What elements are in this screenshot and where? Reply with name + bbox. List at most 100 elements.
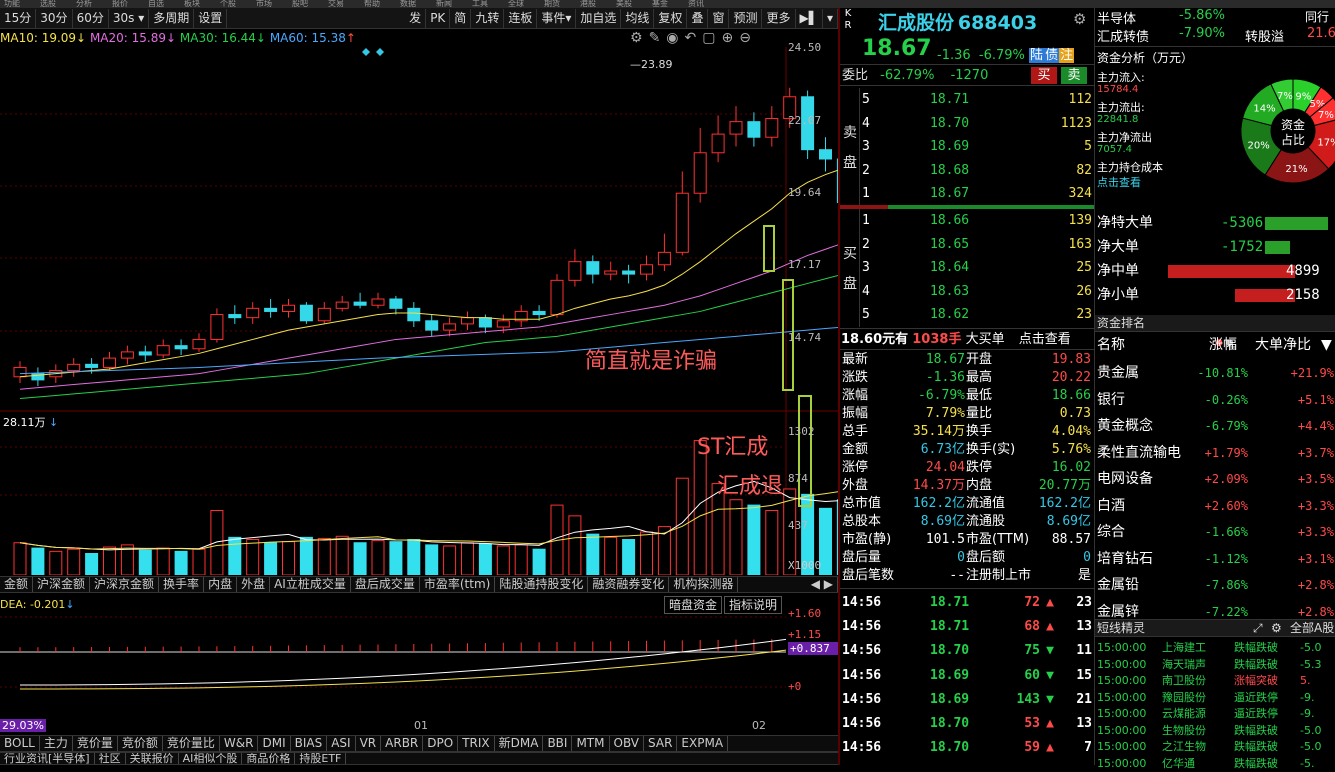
play-icon[interactable]: ▶▌ [796, 8, 823, 28]
action-fa[interactable]: 发 [405, 8, 427, 28]
top-menu-item[interactable]: 交易 [328, 0, 344, 8]
period-15m[interactable]: 15分 [0, 8, 37, 28]
news-row[interactable]: 15:00:00 上海建工 跌幅跌破 -5.0 [1095, 640, 1335, 656]
status-tab[interactable]: 社区 [95, 753, 126, 764]
rank-col-ratio[interactable]: 大单净比 [1255, 333, 1311, 357]
action-more[interactable]: 更多 [762, 8, 796, 28]
bottom-indicator-tab[interactable]: MTM [572, 736, 610, 751]
indicator-tab[interactable]: 外盘 [237, 577, 271, 592]
top-menu-item[interactable]: 工具 [472, 0, 488, 8]
bottom-indicator-tab[interactable]: 竞价额 [118, 736, 163, 751]
bottom-indicator-tab[interactable]: 新DMA [495, 736, 544, 751]
bottom-indicator-tab[interactable]: 竞价量 [73, 736, 118, 751]
rank-row[interactable]: 培育钻石 -1.12% +3.1% [1095, 546, 1335, 572]
bottom-indicator-tab[interactable]: 竞价量比 [163, 736, 220, 751]
indicator-tab[interactable]: 陆股通持股变化 [495, 577, 589, 592]
sell-button[interactable]: 卖 [1061, 67, 1087, 84]
news-row[interactable]: 15:00:00 云煤能源 逼近跌停 -9. [1095, 706, 1335, 722]
eye-icon[interactable]: ◉ [666, 30, 684, 46]
top-menu-item[interactable]: 期货 [544, 0, 560, 8]
rank-row[interactable]: 综合 -1.66% +3.3% [1095, 519, 1335, 545]
indicator-tab[interactable]: 机构探测器 [669, 577, 739, 592]
indicator-tab[interactable]: 市盈率(ttm) [420, 577, 496, 592]
action-lianban[interactable]: 连板 [504, 8, 538, 28]
big-buy-link[interactable]: 点击查看 [1019, 332, 1071, 347]
action-add-watchlist[interactable]: 加自选 [576, 8, 622, 28]
top-menu-item[interactable]: 资讯 [688, 0, 704, 8]
top-menu-item[interactable]: 分析 [76, 0, 92, 8]
buy-button[interactable]: 买 [1031, 67, 1057, 84]
bottom-indicator-tab[interactable]: TRIX [458, 736, 495, 751]
rank-row[interactable]: 银行 -0.26% +5.1% [1095, 387, 1335, 413]
indicator-tab[interactable]: 沪深金额 [33, 577, 91, 592]
lock-icon[interactable]: ▢ [702, 30, 721, 46]
rank-col-pct[interactable]: 涨幅 [1209, 333, 1237, 357]
bottom-indicator-tab[interactable]: BBI [543, 736, 573, 751]
bottom-indicator-tab[interactable]: ARBR [381, 736, 424, 751]
bottom-indicator-tab[interactable]: 主力 [40, 736, 73, 751]
top-menu-item[interactable]: 自选 [148, 0, 164, 8]
add-icon[interactable]: ⊕ [721, 30, 739, 46]
rank-row[interactable]: 黄金概念 -6.79% +4.4% [1095, 413, 1335, 439]
macd-chart[interactable] [0, 597, 786, 715]
top-menu-item[interactable]: 全球 [508, 0, 524, 8]
status-tab[interactable]: AI相似个股 [179, 753, 243, 764]
rank-row[interactable]: 电网设备 +2.09% +3.5% [1095, 466, 1335, 492]
action-events[interactable]: 事件▾ [537, 8, 577, 28]
status-tab[interactable]: 商品价格 [242, 753, 296, 764]
chevron-down-icon[interactable]: ▾ [823, 8, 838, 28]
news-filter[interactable]: 全部A股 [1290, 620, 1334, 637]
bottom-indicator-tab[interactable]: SAR [644, 736, 678, 751]
news-row[interactable]: 15:00:00 豫园股份 逼近跌停 -9. [1095, 690, 1335, 706]
action-overlay[interactable]: 叠 [687, 8, 709, 28]
indicator-tab[interactable]: 沪深京金额 [90, 577, 160, 592]
action-window[interactable]: 窗 [708, 8, 730, 28]
indicator-tab[interactable]: 融资融券变化 [588, 577, 670, 592]
rank-row[interactable]: 贵金属 -10.81% +21.9% [1095, 360, 1335, 386]
top-menu-item[interactable]: 个股 [220, 0, 236, 8]
bottom-indicator-tab[interactable]: DMI [258, 736, 291, 751]
bottom-indicator-tab[interactable]: ASI [327, 736, 356, 751]
bond-row[interactable]: 汇成转债 [1097, 26, 1149, 45]
top-menu-item[interactable]: 市场 [256, 0, 272, 8]
tab-scroll-arrows[interactable]: ◀ ▶ [807, 577, 838, 592]
bottom-indicator-tab[interactable]: W&R [220, 736, 259, 751]
bottom-indicator-tab[interactable]: BIAS [291, 736, 328, 751]
period-60m[interactable]: 60分 [73, 8, 109, 28]
top-menu-item[interactable]: 板块 [184, 0, 200, 8]
multi-period-button[interactable]: 多周期 [149, 8, 195, 28]
top-menu-item[interactable]: 新闻 [436, 0, 452, 8]
status-tab[interactable]: 关联报价 [126, 753, 179, 764]
bottom-indicator-tab[interactable]: OBV [610, 736, 645, 751]
undo-icon[interactable]: ↶ [685, 30, 703, 46]
news-row[interactable]: 15:00:00 生物股份 跌幅跌破 -5.0 [1095, 723, 1335, 739]
gear-icon[interactable]: ⚙ [1271, 620, 1282, 637]
expand-icon[interactable]: ⤢ [1253, 620, 1263, 637]
action-pk[interactable]: PK [426, 8, 451, 28]
indicator-tab[interactable]: 金额 [0, 577, 34, 592]
action-jian[interactable]: 简 [450, 8, 472, 28]
indicator-tab[interactable]: 内盘 [204, 577, 238, 592]
top-menu-item[interactable]: 股吧 [292, 0, 308, 8]
period-30s-dropdown[interactable]: 30s ▾ [109, 8, 150, 28]
rank-row[interactable]: 金属铅 -7.86% +2.8% [1095, 572, 1335, 598]
top-menu-item[interactable]: 帮助 [364, 0, 380, 8]
brush-icon[interactable]: ✎ [649, 30, 667, 46]
remove-icon[interactable]: ⊖ [739, 30, 757, 46]
indicator-tab[interactable]: AI立桩成交量 [270, 577, 351, 592]
news-row[interactable]: 15:00:00 之江生物 跌幅跌破 -5.0 [1095, 739, 1335, 755]
action-restore[interactable]: 复权 [654, 8, 688, 28]
rank-row[interactable]: 白酒 +2.60% +3.3% [1095, 493, 1335, 519]
action-forecast[interactable]: 预测 [729, 8, 763, 28]
bottom-indicator-tab[interactable]: BOLL [0, 736, 40, 751]
action-ma[interactable]: 均线 [621, 8, 655, 28]
news-row[interactable]: 15:00:00 亿华通 跌幅跌破 -5. [1095, 756, 1335, 772]
top-menu-item[interactable]: 功能 [4, 0, 20, 8]
top-menu-item[interactable]: 基金 [652, 0, 668, 8]
top-menu-item[interactable]: 选股 [40, 0, 56, 8]
settings-button[interactable]: 设置 [194, 8, 228, 28]
cost-link[interactable]: 点击查看 [1097, 174, 1141, 190]
kline-chart[interactable] [0, 47, 838, 575]
status-tab[interactable]: 持股ETF [295, 753, 347, 764]
action-jiuzhuan[interactable]: 九转 [471, 8, 505, 28]
